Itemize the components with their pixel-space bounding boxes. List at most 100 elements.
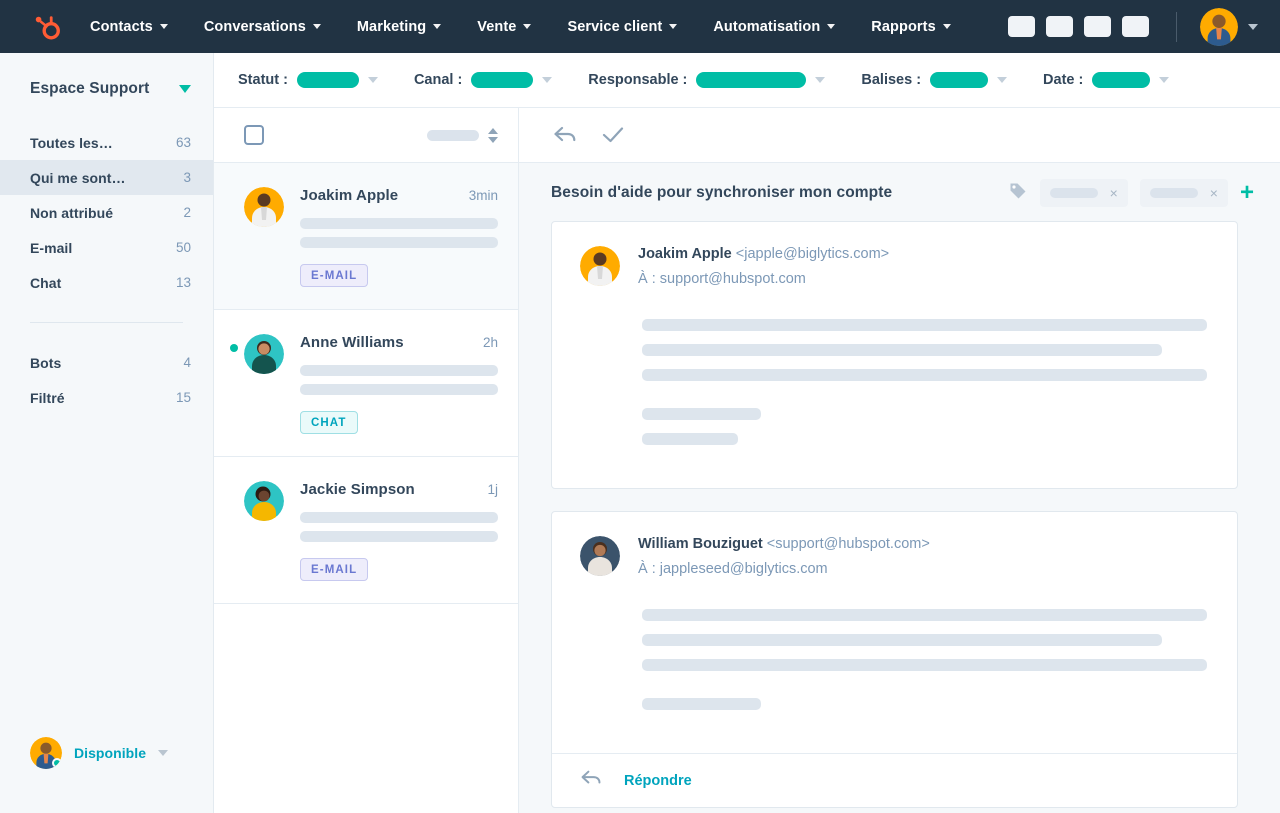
- conversation-list-item[interactable]: Jackie Simpson 1j E-MAIL: [214, 457, 518, 604]
- nav-item-contacts[interactable]: Contacts: [90, 19, 186, 35]
- nav-item-rapports[interactable]: Rapports: [853, 19, 968, 35]
- nav-item-label: Automatisation: [713, 19, 820, 35]
- nav-item-marketing[interactable]: Marketing: [339, 19, 459, 35]
- conversation-list-item[interactable]: Joakim Apple 3min E-MAIL: [214, 163, 518, 310]
- reply-button[interactable]: Répondre: [552, 753, 1237, 807]
- status-badge: E-MAIL: [300, 558, 368, 581]
- sidebar-item-label: E-mail: [30, 240, 72, 256]
- nav-item-vente[interactable]: Vente: [459, 19, 549, 35]
- preview-placeholder-line: [300, 512, 498, 523]
- conversation-timestamp: 3min: [461, 188, 498, 203]
- message-card: William Bouziguet <support@hubspot.com> …: [551, 511, 1238, 808]
- reply-label: Répondre: [624, 773, 692, 789]
- message-recipient: À : jappleseed@biglytics.com: [638, 561, 930, 577]
- conversation-list-item[interactable]: Anne Williams 2h CHAT: [214, 310, 518, 457]
- nav-item-service-client[interactable]: Service client: [549, 19, 695, 35]
- filter-label: Date :: [1043, 72, 1083, 88]
- nav-right-actions: [1008, 8, 1258, 46]
- tag-chip[interactable]: ×: [1040, 179, 1128, 207]
- close-icon[interactable]: ×: [1210, 186, 1218, 200]
- close-icon[interactable]: ×: [1110, 186, 1118, 200]
- conversation-item-header: Jackie Simpson 1j: [300, 481, 498, 498]
- body-placeholder-line: [642, 319, 1207, 331]
- availability-status-label[interactable]: Disponible: [74, 745, 146, 761]
- add-tag-button[interactable]: +: [1240, 181, 1254, 205]
- placeholder-icon-1[interactable]: [1008, 16, 1035, 37]
- body-placeholder-line: [642, 344, 1162, 356]
- filter-value-redacted: [471, 72, 533, 88]
- filter-canal[interactable]: Canal :: [414, 72, 552, 88]
- conversation-contact-name: Jackie Simpson: [300, 481, 415, 498]
- sidebar-item-count: 63: [176, 135, 191, 150]
- sort-value-redacted: [427, 130, 479, 141]
- chevron-down-icon: [542, 77, 552, 83]
- reply-arrow-icon[interactable]: [553, 125, 579, 145]
- top-navigation-bar: Contacts Conversations Marketing Vente S…: [0, 0, 1280, 53]
- workspace-selector[interactable]: Espace Support: [0, 53, 213, 98]
- sidebar-item-label: Non attribué: [30, 205, 113, 221]
- tag-label-redacted: [1150, 188, 1198, 198]
- chevron-down-icon: [1159, 77, 1169, 83]
- filter-label: Statut :: [238, 72, 288, 88]
- body-placeholder-line: [642, 408, 761, 420]
- body-placeholder-line: [642, 609, 1207, 621]
- body-spacer: [642, 684, 1207, 698]
- sidebar-item-bots[interactable]: Bots 4: [0, 345, 213, 380]
- nav-item-label: Contacts: [90, 19, 153, 35]
- preview-placeholder-line: [300, 384, 498, 395]
- filter-balises[interactable]: Balises :: [861, 72, 1007, 88]
- content-split: Joakim Apple 3min E-MAIL: [214, 108, 1280, 813]
- filter-responsable[interactable]: Responsable :: [588, 72, 825, 88]
- sidebar-item-qui-me-sont[interactable]: Qui me sont… 3: [0, 160, 213, 195]
- conversation-item-header: Joakim Apple 3min: [300, 187, 498, 204]
- thread-subject: Besoin d'aide pour synchroniser mon comp…: [551, 184, 892, 202]
- placeholder-icon-3[interactable]: [1084, 16, 1111, 37]
- checkmark-icon[interactable]: [601, 125, 625, 145]
- filter-value-redacted: [930, 72, 988, 88]
- body-placeholder-line: [642, 433, 738, 445]
- filter-bar: Statut : Canal : Responsable : Balises :: [214, 53, 1280, 108]
- sidebar-item-chat[interactable]: Chat 13: [0, 265, 213, 300]
- body-placeholder-line: [642, 369, 1207, 381]
- message-sender-name: William Bouziguet: [638, 536, 763, 552]
- status-badge: CHAT: [300, 411, 358, 434]
- avatar: [244, 334, 284, 374]
- placeholder-icon-4[interactable]: [1122, 16, 1149, 37]
- message-card: Joakim Apple <japple@biglytics.com> À : …: [551, 221, 1238, 489]
- chevron-down-icon: [523, 24, 531, 29]
- nav-item-label: Vente: [477, 19, 516, 35]
- hubspot-sprocket-logo[interactable]: [30, 10, 64, 44]
- select-all-checkbox[interactable]: [244, 125, 264, 145]
- sidebar-item-count: 3: [183, 170, 191, 185]
- placeholder-icon-2[interactable]: [1046, 16, 1073, 37]
- avatar: [30, 737, 62, 769]
- filter-statut[interactable]: Statut :: [238, 72, 378, 88]
- thread-header: Besoin d'aide pour synchroniser mon comp…: [519, 163, 1280, 221]
- filter-label: Balises :: [861, 72, 921, 88]
- tag-chip[interactable]: ×: [1140, 179, 1228, 207]
- chevron-down-icon[interactable]: [179, 85, 191, 93]
- sidebar-item-count: 15: [176, 390, 191, 405]
- conversation-item-body: Joakim Apple 3min E-MAIL: [300, 187, 498, 287]
- sort-control[interactable]: [427, 128, 498, 143]
- sidebar-item-toutes-les[interactable]: Toutes les… 63: [0, 125, 213, 160]
- sidebar-item-filtre[interactable]: Filtré 15: [0, 380, 213, 415]
- chevron-down-icon: [943, 24, 951, 29]
- chevron-down-icon: [1248, 24, 1258, 30]
- conversation-timestamp: 1j: [479, 482, 498, 497]
- sidebar-item-email[interactable]: E-mail 50: [0, 230, 213, 265]
- sidebar-item-non-attribue[interactable]: Non attribué 2: [0, 195, 213, 230]
- nav-item-automatisation[interactable]: Automatisation: [695, 19, 853, 35]
- conversation-timestamp: 2h: [475, 335, 498, 350]
- thread-panel: Besoin d'aide pour synchroniser mon comp…: [519, 108, 1280, 813]
- sidebar-item-count: 4: [183, 355, 191, 370]
- tag-icon: [1008, 181, 1028, 206]
- body-placeholder-line: [642, 698, 761, 710]
- nav-item-conversations[interactable]: Conversations: [186, 19, 339, 35]
- filter-date[interactable]: Date :: [1043, 72, 1169, 88]
- chevron-down-icon[interactable]: [158, 750, 168, 756]
- main-area: Statut : Canal : Responsable : Balises :: [214, 53, 1280, 813]
- filter-label: Responsable :: [588, 72, 687, 88]
- account-menu[interactable]: [1200, 8, 1258, 46]
- nav-item-label: Rapports: [871, 19, 935, 35]
